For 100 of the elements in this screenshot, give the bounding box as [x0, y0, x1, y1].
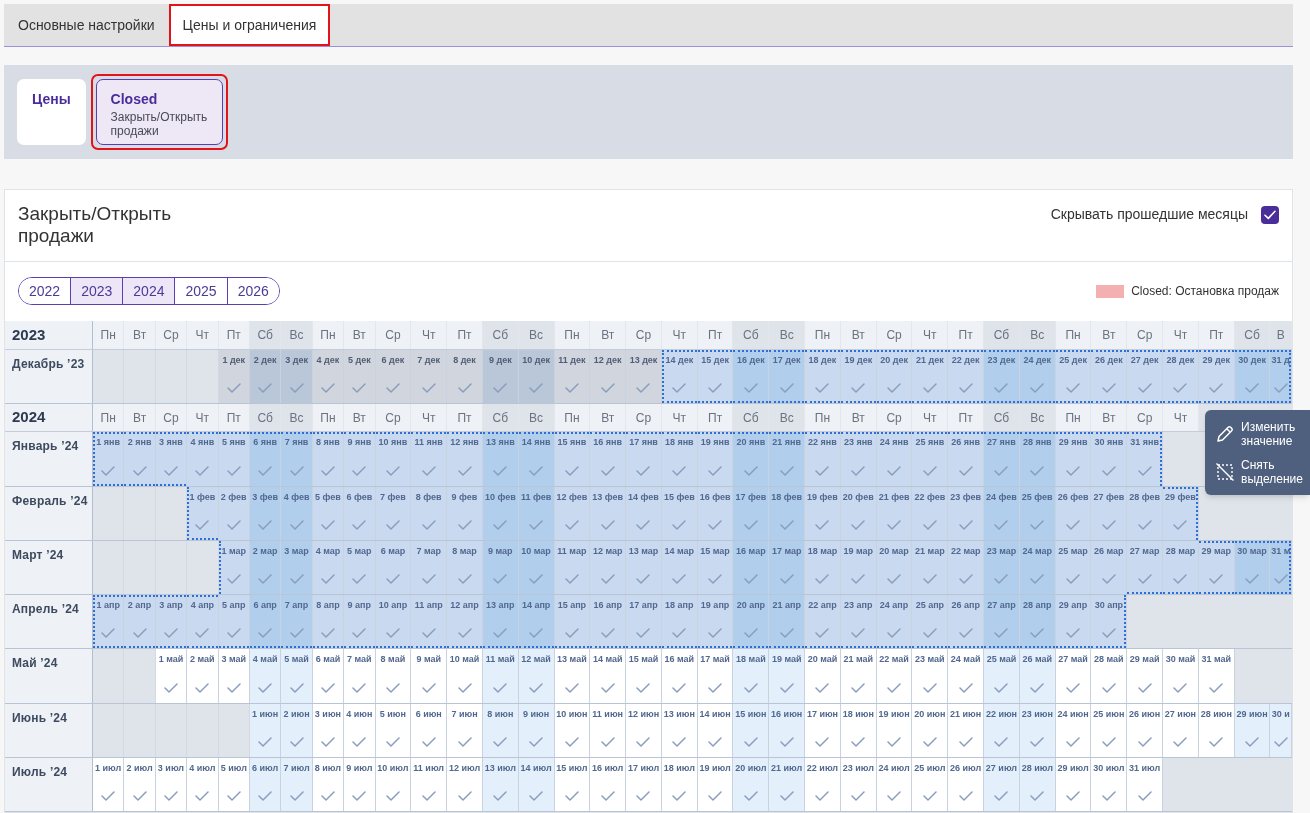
day-cell[interactable]: 19 июл	[697, 758, 734, 812]
day-cell[interactable]: 11 мар	[554, 540, 591, 595]
day-cell[interactable]: 23 май	[912, 649, 949, 703]
day-cell[interactable]: 9 июл	[344, 758, 376, 812]
day-cell[interactable]: 7 дек	[411, 349, 448, 403]
day-cell[interactable]: 29 дек	[1198, 349, 1235, 403]
day-cell[interactable]: 13 апр	[482, 595, 519, 649]
day-cell[interactable]: 29 апр	[1055, 595, 1092, 649]
day-cell[interactable]: 5 фев	[312, 486, 345, 540]
day-cell[interactable]: 14 янв	[518, 432, 555, 486]
day-cell[interactable]: 25 янв	[912, 432, 949, 486]
day-cell[interactable]: 14 июн	[697, 703, 734, 758]
day-cell[interactable]: 20 апр	[733, 595, 770, 649]
day-cell[interactable]: 29 фев	[1163, 486, 1199, 540]
day-cell[interactable]: 28 янв	[1019, 432, 1056, 486]
day-cell[interactable]: 20 июл	[733, 758, 770, 812]
year-tab[interactable]: 2024	[122, 278, 175, 304]
day-cell[interactable]: 5 май	[281, 649, 313, 703]
day-cell[interactable]: 14 апр	[518, 595, 555, 649]
day-cell[interactable]: 28 апр	[1019, 595, 1056, 649]
day-cell[interactable]: 3 дек	[281, 349, 313, 403]
day-cell[interactable]: 28 дек	[1163, 349, 1199, 403]
day-cell[interactable]: 26 фев	[1055, 486, 1092, 540]
day-cell[interactable]: 21 фев	[876, 486, 913, 540]
day-cell[interactable]: 13 июл	[482, 758, 519, 812]
day-cell[interactable]: 3 июн	[312, 703, 345, 758]
day-cell[interactable]: 15 дек	[697, 349, 734, 403]
day-cell[interactable]: 5 янв	[218, 432, 250, 486]
day-cell[interactable]: 3 май	[218, 649, 250, 703]
day-cell[interactable]: 25 июн	[1091, 703, 1128, 758]
day-cell[interactable]: 17 янв	[626, 432, 662, 486]
day-cell[interactable]: 22 май	[876, 649, 913, 703]
menu-item[interactable]: Снять выделение	[1205, 457, 1310, 486]
day-cell[interactable]: 19 дек	[840, 349, 877, 403]
day-cell[interactable]: 12 май	[518, 649, 555, 703]
day-cell[interactable]: 2 май	[187, 649, 219, 703]
day-cell[interactable]: 8 май	[375, 649, 412, 703]
day-cell[interactable]: 18 фев	[769, 486, 806, 540]
day-cell[interactable]: 16 мар	[733, 540, 770, 595]
day-cell[interactable]: 28 фев	[1127, 486, 1164, 540]
day-cell[interactable]: 10 янв	[375, 432, 412, 486]
day-cell[interactable]: 20 янв	[733, 432, 770, 486]
day-cell[interactable]: 9 фев	[447, 486, 483, 540]
day-cell[interactable]: 27 янв	[984, 432, 1020, 486]
day-cell[interactable]: 26 апр	[948, 595, 985, 649]
day-cell[interactable]: 7 фев	[375, 486, 412, 540]
day-cell[interactable]: 26 янв	[948, 432, 985, 486]
day-cell[interactable]: 8 апр	[312, 595, 345, 649]
day-cell[interactable]: 10 май	[447, 649, 483, 703]
day-cell[interactable]: 28 июн	[1198, 703, 1235, 758]
day-cell[interactable]: 29 июн	[1234, 703, 1271, 758]
day-cell[interactable]: 1 янв	[93, 432, 125, 486]
day-cell[interactable]: 14 май	[590, 649, 627, 703]
day-cell[interactable]: 1 дек	[218, 349, 250, 403]
day-cell[interactable]: 27 фев	[1091, 486, 1128, 540]
day-cell[interactable]: 4 июл	[187, 758, 219, 812]
day-cell[interactable]: 16 фев	[697, 486, 734, 540]
day-cell[interactable]: 1 фев	[187, 486, 219, 540]
day-cell[interactable]: 21 янв	[769, 432, 806, 486]
day-cell[interactable]: 17 май	[697, 649, 734, 703]
day-cell[interactable]: 11 фев	[518, 486, 555, 540]
day-cell[interactable]: 16 янв	[590, 432, 627, 486]
day-cell[interactable]: 18 апр	[661, 595, 698, 649]
day-cell[interactable]: 6 мар	[375, 540, 412, 595]
day-cell[interactable]: 16 апр	[590, 595, 627, 649]
day-cell[interactable]: 25 май	[984, 649, 1020, 703]
day-cell[interactable]: 11 дек	[554, 349, 591, 403]
day-cell[interactable]: 13 мар	[626, 540, 662, 595]
day-cell[interactable]: 25 апр	[912, 595, 949, 649]
day-cell[interactable]: 21 мар	[912, 540, 949, 595]
day-cell[interactable]: 15 янв	[554, 432, 591, 486]
day-cell[interactable]: 22 мар	[948, 540, 985, 595]
day-cell[interactable]: 23 дек	[984, 349, 1020, 403]
day-cell[interactable]: 3 апр	[155, 595, 188, 649]
day-cell[interactable]: 8 июн	[482, 703, 519, 758]
day-cell[interactable]: 12 апр	[447, 595, 483, 649]
checkbox[interactable]	[1261, 205, 1279, 224]
day-cell[interactable]: 10 июн	[554, 703, 591, 758]
day-cell[interactable]: 27 дек	[1127, 349, 1164, 403]
day-cell[interactable]: 21 май	[840, 649, 877, 703]
day-cell[interactable]: 20 дек	[876, 349, 913, 403]
day-cell[interactable]: 23 янв	[840, 432, 877, 486]
day-cell[interactable]: 19 мар	[840, 540, 877, 595]
day-cell[interactable]: 18 янв	[661, 432, 698, 486]
day-cell[interactable]: 20 мар	[876, 540, 913, 595]
day-cell[interactable]: 1 мар	[218, 540, 250, 595]
day-cell[interactable]: 26 май	[1019, 649, 1056, 703]
day-cell[interactable]: 8 янв	[312, 432, 345, 486]
day-cell[interactable]: 24 фев	[984, 486, 1020, 540]
day-cell[interactable]: 12 фев	[554, 486, 591, 540]
day-cell[interactable]: 9 дек	[482, 349, 519, 403]
day-cell[interactable]: 19 янв	[697, 432, 734, 486]
day-cell[interactable]: 29 май	[1127, 649, 1164, 703]
day-cell[interactable]: 6 июн	[411, 703, 448, 758]
day-cell[interactable]: 27 май	[1055, 649, 1092, 703]
day-cell[interactable]: 17 мар	[769, 540, 806, 595]
day-cell[interactable]: 9 апр	[344, 595, 376, 649]
day-cell[interactable]: 12 июн	[626, 703, 662, 758]
day-cell[interactable]: 24 июн	[1055, 703, 1092, 758]
day-cell[interactable]: 8 фев	[411, 486, 448, 540]
